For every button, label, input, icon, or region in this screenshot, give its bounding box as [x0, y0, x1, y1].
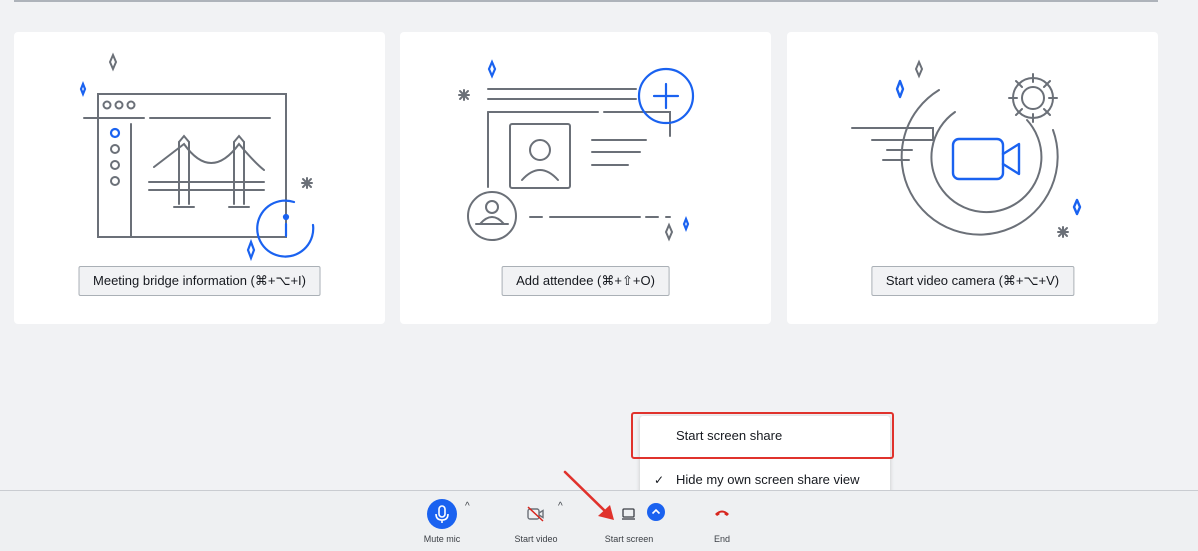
end-call-button[interactable]: End: [702, 497, 742, 547]
add-attendee-button[interactable]: Add attendee (⌘+⇧+O): [501, 266, 670, 296]
start-screen-share-item[interactable]: Start screen share: [640, 416, 890, 456]
start-screen-share-label: Start screen share: [676, 428, 783, 443]
mute-mic-button[interactable]: Mute mic: [418, 497, 466, 547]
start-screen-label: Start screen: [604, 534, 654, 544]
mute-mic-label: Mute mic: [423, 534, 461, 544]
start-video-button[interactable]: Start video: [510, 497, 562, 547]
microphone-icon: [427, 499, 457, 529]
phone-hangup-icon: [715, 510, 729, 516]
screen-share-menu: Start screen share ✓ Hide my own screen …: [640, 416, 890, 500]
video-camera-card: Start video camera (⌘+⌥+V): [787, 32, 1158, 324]
video-off-icon: [527, 506, 544, 522]
chevron-up-icon[interactable]: ^: [558, 501, 563, 512]
meeting-bridge-card: Meeting bridge information (⌘+⌥+I): [14, 32, 385, 324]
video-camera-gear-icon: [851, 59, 1082, 238]
top-divider: [14, 0, 1158, 2]
add-attendee-card: Add attendee (⌘+⇧+O): [400, 32, 771, 324]
contact-card-add-icon: [458, 59, 695, 242]
bridge-browser-info-icon: [79, 52, 315, 262]
chevron-up-icon[interactable]: [647, 503, 665, 521]
meeting-toolbar: Mute mic ^ Start video ^ Start screen En…: [0, 490, 1198, 551]
meeting-bridge-info-button[interactable]: Meeting bridge information (⌘+⌥+I): [78, 266, 321, 296]
screen-share-icon: [622, 508, 635, 520]
start-video-camera-button[interactable]: Start video camera (⌘+⌥+V): [870, 266, 1075, 296]
end-call-label: End: [713, 534, 731, 544]
chevron-up-icon[interactable]: ^: [465, 501, 470, 512]
start-video-label: Start video: [514, 534, 558, 544]
